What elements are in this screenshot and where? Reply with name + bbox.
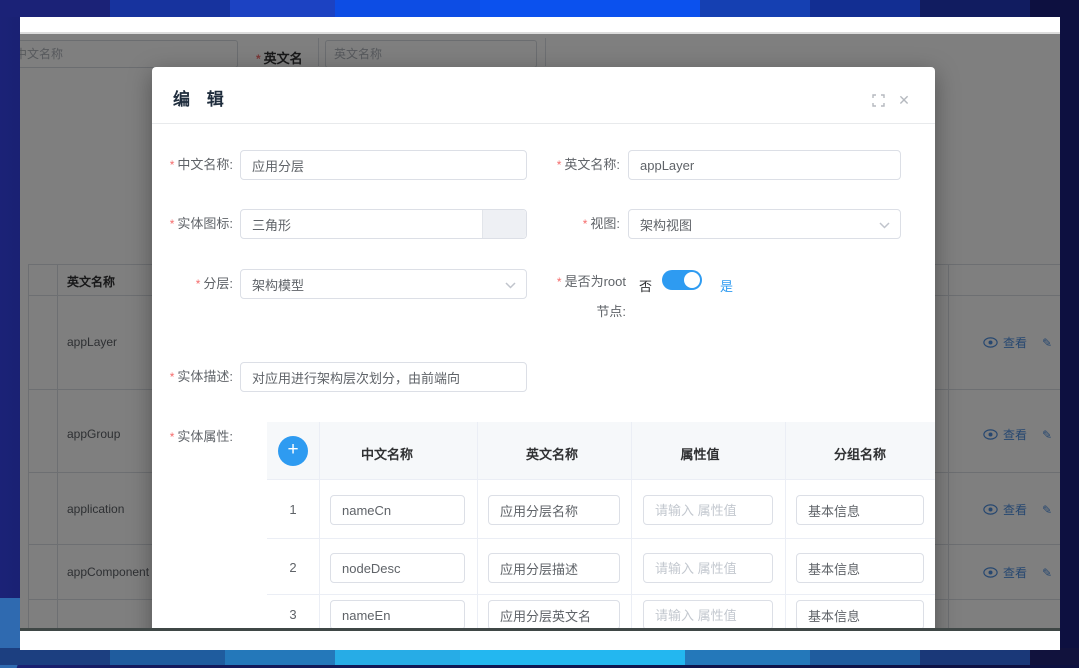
attr-value-input[interactable] xyxy=(643,495,773,525)
fullscreen-icon[interactable] xyxy=(871,93,885,107)
attr-value-input[interactable] xyxy=(643,553,773,583)
is-root-toggle[interactable] xyxy=(662,270,702,290)
attr-group-input[interactable] xyxy=(796,553,924,583)
attr-name-cn-input[interactable] xyxy=(330,600,465,628)
attr-name-cn-input[interactable] xyxy=(330,553,465,583)
top-decor-strip xyxy=(0,0,1079,17)
attr-value-input[interactable] xyxy=(643,600,773,628)
layer-select[interactable]: 架构模型 xyxy=(240,269,527,299)
attr-col-name-cn: 中文名称 xyxy=(361,444,413,463)
layer-label: *分层: xyxy=(152,269,233,299)
is-root-label: *是否为root节点: xyxy=(552,267,626,327)
attr-row-index: 3 xyxy=(267,607,319,622)
entity-icon-field xyxy=(240,209,527,239)
close-icon[interactable]: ✕ xyxy=(897,93,911,107)
cn-name-label: *中文名称: xyxy=(152,150,233,180)
toggle-on-text: 是 xyxy=(720,276,733,295)
attr-table: 中文名称 英文名称 属性值 分组名称 + 1 xyxy=(267,422,935,628)
attr-group-input[interactable] xyxy=(796,495,924,525)
screenshot-card: *英文名 英文名称 appLayer appGroup application … xyxy=(20,17,1060,650)
view-select[interactable]: 架构视图 xyxy=(628,209,901,239)
app-page: *英文名 英文名称 appLayer appGroup application … xyxy=(20,32,1060,628)
dialog-header: 编 辑 ✕ xyxy=(152,67,935,124)
attr-name-en-input[interactable] xyxy=(488,495,620,525)
entity-desc-label: *实体描述: xyxy=(152,362,233,392)
cn-name-input[interactable] xyxy=(240,150,527,180)
add-attr-button[interactable]: + xyxy=(278,436,308,466)
attr-row-index: 1 xyxy=(267,502,319,517)
entity-icon-label: *实体图标: xyxy=(152,209,233,239)
en-name-label: *英文名称: xyxy=(500,150,620,180)
en-name-input[interactable] xyxy=(628,150,901,180)
attr-row-index: 2 xyxy=(267,560,319,575)
attr-table-header: 中文名称 英文名称 属性值 分组名称 xyxy=(267,422,935,479)
bottom-decor-strip xyxy=(0,648,1079,665)
screenshot-bottom-edge xyxy=(20,628,1060,631)
view-label: *视图: xyxy=(500,209,620,239)
attr-col-group: 分组名称 xyxy=(834,444,886,463)
attr-name-en-input[interactable] xyxy=(488,553,620,583)
entity-desc-input[interactable] xyxy=(240,362,527,392)
entity-attrs-label: *实体属性: xyxy=(152,422,233,452)
toggle-off-text: 否 xyxy=(639,276,652,295)
edit-dialog: 编 辑 ✕ *中文名称: *英文名称: *实体图标: xyxy=(152,67,935,628)
attr-col-name-en: 英文名称 xyxy=(526,444,578,463)
entity-icon-input[interactable] xyxy=(241,210,479,238)
desktop-frame: *英文名 英文名称 appLayer appGroup application … xyxy=(0,0,1079,665)
attr-col-value: 属性值 xyxy=(680,444,719,463)
chevron-down-icon xyxy=(505,282,516,289)
attr-name-cn-input[interactable] xyxy=(330,495,465,525)
dialog-title: 编 辑 xyxy=(173,85,230,110)
attr-group-input[interactable] xyxy=(796,600,924,628)
attr-name-en-input[interactable] xyxy=(488,600,620,628)
chevron-down-icon xyxy=(879,222,890,229)
